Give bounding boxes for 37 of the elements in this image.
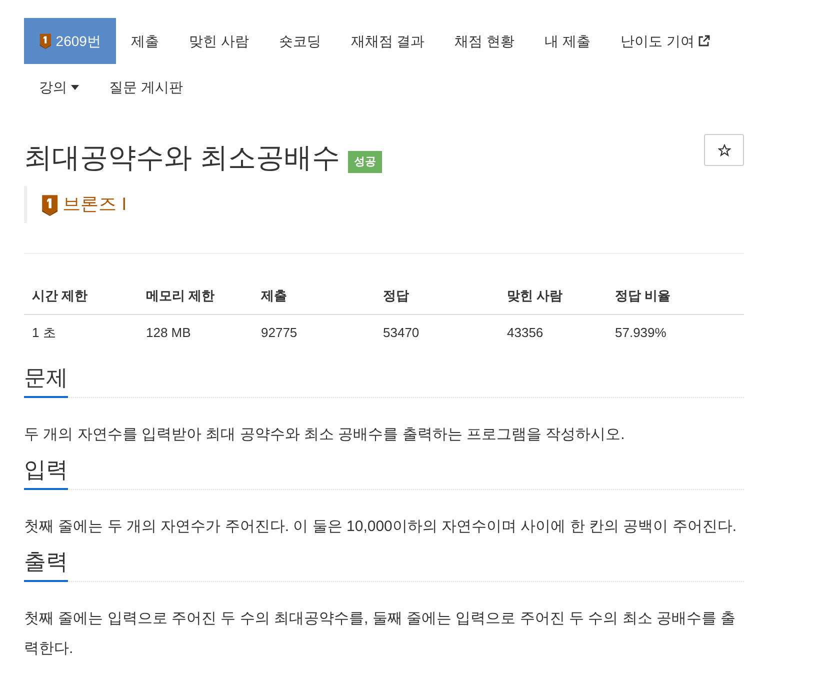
- column-header: 정답: [375, 278, 499, 314]
- section-heading: 문제: [24, 362, 68, 398]
- star-button[interactable]: [704, 134, 744, 166]
- table-cell: 92775: [253, 314, 375, 350]
- nav-tab[interactable]: 2609번: [24, 18, 116, 64]
- nav-tab[interactable]: 채점 현황: [440, 18, 530, 64]
- nav-tab[interactable]: 내 제출: [530, 18, 606, 64]
- column-header: 메모리 제한: [138, 278, 253, 314]
- result-label: 성공: [348, 150, 382, 174]
- section-text: 첫째 줄에는 두 개의 자연수가 주어진다. 이 둘은 10,000이하의 자연수이며 사이에 한 칸의 공백이 주어진다.: [24, 517, 738, 537]
- nav-tab[interactable]: 제출: [116, 18, 174, 64]
- caret-icon: [71, 84, 79, 90]
- tier-badge-icon: [39, 33, 52, 49]
- tier-badge-icon: [41, 194, 59, 216]
- section-heading: 출력: [24, 546, 68, 582]
- section-text: 첫째 줄에는 입력으로 주어진 두 수의 최대공약수를, 둘째 줄에는 입력으로 주어진 두 수의 최소 공배수를 출력한다.: [24, 609, 737, 659]
- column-header: 제출: [253, 278, 375, 314]
- nav-tab[interactable]: 맞힌 사람: [174, 18, 264, 64]
- column-header: 맞힌 사람: [499, 278, 607, 314]
- table-cell: 1 초: [24, 314, 138, 350]
- table-cell: 128 MB: [138, 314, 253, 350]
- column-header: 시간 제한: [24, 278, 138, 314]
- column-header: 정답 비율: [607, 278, 744, 314]
- table-cell: 53470: [375, 314, 499, 350]
- table-cell: 57.939%: [607, 314, 744, 350]
- external-link-icon: [698, 35, 710, 47]
- problem-title: 최대공약수와 최소공배수: [24, 141, 340, 175]
- nav-tab[interactable]: 난이도 기여: [606, 18, 726, 64]
- star-icon: [718, 144, 730, 156]
- nav-tab[interactable]: 숏코딩: [264, 18, 336, 64]
- nav-tab[interactable]: 재채점 결과: [336, 18, 440, 64]
- tier-label: 브론즈 I: [62, 193, 127, 216]
- section-text: 두 개의 자연수를 입력받아 최대 공약수와 최소 공배수를 출력하는 프로그램을 작성하시오.: [24, 425, 626, 445]
- table-cell: 43356: [499, 314, 607, 350]
- section-heading: 입력: [24, 454, 68, 490]
- nav-tab[interactable]: 강의: [24, 64, 94, 110]
- nav-tab[interactable]: 질문 게시판: [94, 64, 198, 110]
